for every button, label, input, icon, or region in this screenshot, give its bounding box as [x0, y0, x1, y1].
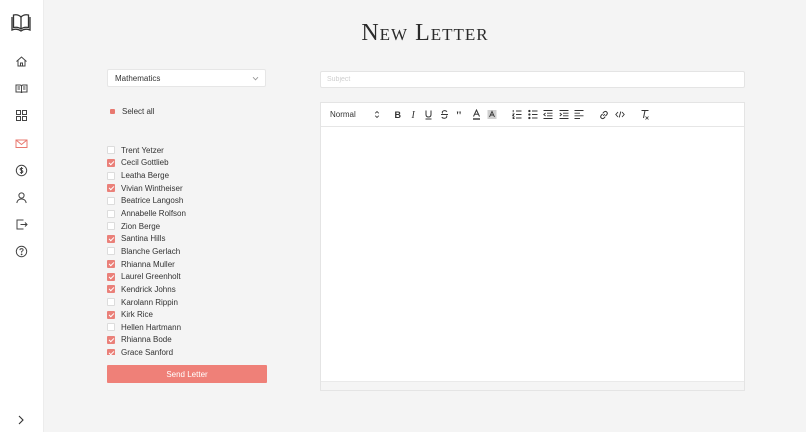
subject-select[interactable]: Mathematics: [107, 69, 266, 87]
student-row[interactable]: Rhianna Bode: [107, 334, 267, 347]
format-select[interactable]: Normal: [330, 109, 380, 120]
svg-text:": ": [456, 109, 463, 120]
student-checkbox[interactable]: [107, 298, 115, 306]
editor-content-area[interactable]: [321, 127, 744, 382]
student-row[interactable]: Rhianna Muller: [107, 258, 267, 271]
student-row[interactable]: Grace Sanford: [107, 346, 267, 355]
student-name: Leatha Berge: [121, 171, 170, 181]
bold-icon[interactable]: B: [393, 109, 402, 120]
student-name: Blanche Gerlach: [121, 246, 181, 256]
student-checkbox[interactable]: [107, 171, 115, 180]
select-all-indicator: [110, 108, 115, 114]
student-list[interactable]: Trent Yetzer Cecil Gottlieb Leatha Berge Vi…: [107, 144, 267, 355]
editor-toolbar: Normal B I ": [321, 103, 744, 127]
student-name: Kirk Rice: [121, 310, 154, 320]
select-all-toggle[interactable]: Select all: [110, 105, 154, 117]
student-checkbox[interactable]: [107, 234, 115, 243]
book-open-icon[interactable]: [15, 82, 28, 95]
sidebar: [0, 0, 44, 432]
bullet-list-icon[interactable]: [528, 109, 538, 120]
grid-icon[interactable]: [15, 109, 28, 122]
student-row[interactable]: Santina Hills: [107, 232, 267, 245]
student-checkbox[interactable]: [107, 209, 115, 218]
select-all-label: Select all: [122, 106, 155, 116]
student-name: Santina Hills: [121, 234, 166, 244]
ordered-list-icon[interactable]: [512, 109, 522, 120]
student-row[interactable]: Vivian Wintheiser: [107, 182, 267, 195]
mail-icon[interactable]: [15, 137, 28, 150]
indent-icon[interactable]: [559, 109, 569, 120]
send-letter-button[interactable]: Send Letter: [107, 365, 267, 383]
student-row[interactable]: Zion Berge: [107, 220, 267, 233]
student-checkbox[interactable]: [107, 323, 115, 332]
svg-text:B: B: [395, 110, 402, 120]
student-name: Grace Sanford: [121, 348, 174, 355]
user-icon[interactable]: [15, 191, 28, 204]
student-checkbox[interactable]: [107, 184, 115, 193]
student-checkbox[interactable]: [107, 158, 115, 167]
svg-text:I: I: [411, 110, 416, 120]
student-checkbox[interactable]: [107, 222, 115, 231]
student-row[interactable]: Kirk Rice: [107, 308, 267, 321]
student-row[interactable]: Trent Yetzer: [107, 144, 267, 157]
link-icon[interactable]: [599, 109, 609, 120]
student-checkbox[interactable]: [107, 146, 115, 155]
home-icon[interactable]: [15, 55, 28, 68]
help-icon[interactable]: [15, 245, 28, 258]
student-checkbox[interactable]: [107, 310, 115, 319]
subject-input[interactable]: [320, 71, 745, 88]
select-arrows-icon: [374, 110, 380, 119]
underline-icon[interactable]: [424, 109, 433, 120]
chevron-down-icon: [252, 75, 259, 82]
code-icon[interactable]: [615, 109, 625, 120]
student-name: Karolann Rippin: [121, 297, 178, 307]
logout-icon[interactable]: [15, 218, 28, 231]
student-row[interactable]: Laurel Greenholt: [107, 270, 267, 283]
student-name: Vivian Wintheiser: [121, 183, 183, 193]
student-row[interactable]: Leatha Berge: [107, 169, 267, 182]
student-name: Rhianna Bode: [121, 335, 172, 345]
italic-icon[interactable]: I: [409, 109, 418, 120]
quote-icon[interactable]: ": [455, 109, 465, 120]
strike-icon[interactable]: [440, 109, 449, 120]
book-logo-icon[interactable]: [10, 12, 32, 34]
clean-format-icon[interactable]: [640, 109, 650, 120]
student-row[interactable]: Hellen Hartmann: [107, 321, 267, 334]
student-name: Kendrick Johns: [121, 284, 176, 294]
main-content: New Letter Mathematics Select all Trent …: [44, 0, 806, 432]
student-name: Trent Yetzer: [121, 145, 164, 155]
student-row[interactable]: Karolann Rippin: [107, 296, 267, 309]
subject-select-value: Mathematics: [115, 74, 161, 83]
student-name: Rhianna Muller: [121, 259, 175, 269]
student-checkbox[interactable]: [107, 247, 115, 256]
student-row[interactable]: Beatrice Langosh: [107, 195, 267, 208]
align-icon[interactable]: [574, 109, 584, 120]
background-color-icon[interactable]: [487, 109, 497, 120]
student-checkbox[interactable]: [107, 272, 115, 281]
student-row[interactable]: Blanche Gerlach: [107, 245, 267, 258]
student-checkbox[interactable]: [107, 196, 115, 205]
student-name: Laurel Greenholt: [121, 272, 181, 282]
page-title: New Letter: [361, 20, 489, 46]
student-name: Beatrice Langosh: [121, 196, 184, 206]
student-row[interactable]: Annabelle Rolfson: [107, 207, 267, 220]
dollar-icon[interactable]: [15, 164, 28, 177]
student-name: Annabelle Rolfson: [121, 209, 186, 219]
student-checkbox[interactable]: [107, 260, 115, 269]
student-name: Hellen Hartmann: [121, 322, 182, 332]
letter-editor: Normal B I ": [320, 102, 745, 391]
student-checkbox[interactable]: [107, 348, 115, 355]
student-name: Zion Berge: [121, 221, 161, 231]
chevron-right-icon[interactable]: [15, 414, 27, 426]
student-name: Cecil Gottlieb: [121, 158, 169, 168]
outdent-icon[interactable]: [543, 109, 553, 120]
student-checkbox[interactable]: [107, 285, 115, 294]
student-row[interactable]: Cecil Gottlieb: [107, 157, 267, 170]
format-select-label: Normal: [330, 110, 356, 119]
student-row[interactable]: Kendrick Johns: [107, 283, 267, 296]
editor-footer: [321, 381, 744, 390]
student-checkbox[interactable]: [107, 335, 115, 344]
font-color-icon[interactable]: [472, 109, 481, 120]
